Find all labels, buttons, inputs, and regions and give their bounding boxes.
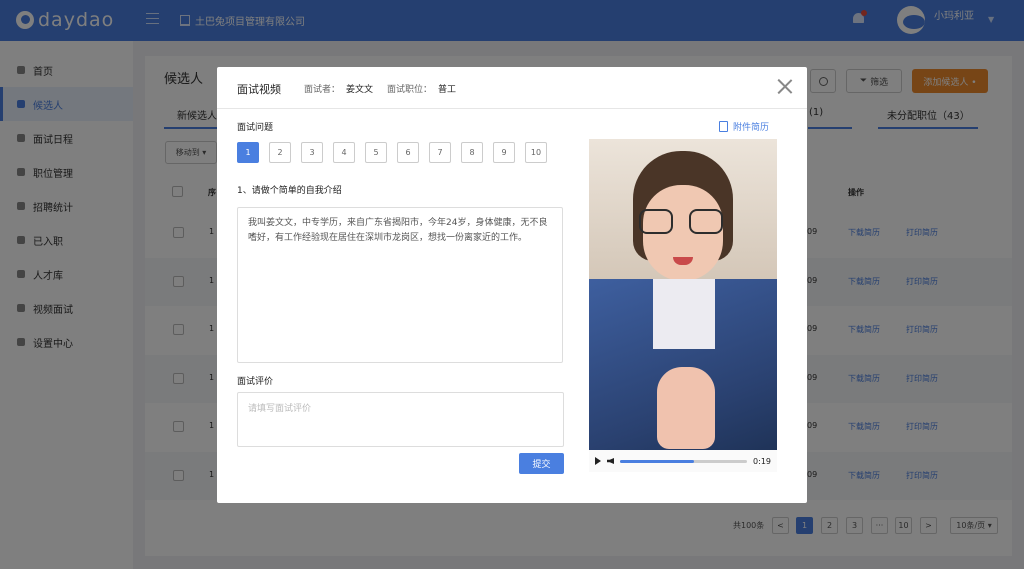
video-progress-fill — [620, 459, 694, 463]
answer-text: 我叫姜文文，中专学历，来自广东省揭阳市，今年24岁，身体健康，无不良嗜好，有工作… — [237, 207, 563, 363]
position-value: 普工 — [438, 85, 457, 95]
question-text: 1、请做个简单的自我介绍 — [237, 186, 342, 196]
question-number-button[interactable]: 9 — [493, 142, 515, 163]
submit-button[interactable]: 提交 — [519, 453, 564, 474]
video-hands — [657, 367, 715, 449]
video-shirt — [653, 279, 715, 349]
video-interview-modal: 面试视频 面试者： 姜文文 面试职位： 普工 面试问题 附件简历 1 2 3 4… — [217, 67, 807, 503]
question-number-button[interactable]: 6 — [397, 142, 419, 163]
interviewer-name: 姜文文 — [346, 85, 374, 95]
video-glasses — [689, 209, 723, 234]
modal-meta: 面试者： 姜文文 面试职位： 普工 — [304, 82, 464, 95]
evaluation-input[interactable] — [237, 392, 564, 447]
video-controls: 0:19 — [589, 450, 777, 472]
volume-icon[interactable] — [607, 458, 614, 464]
question-number-button[interactable]: 4 — [333, 142, 355, 163]
evaluation-title: 面试评价 — [237, 377, 274, 387]
questions-title: 面试问题 — [237, 123, 274, 133]
video-glasses — [639, 209, 673, 234]
question-number-button[interactable]: 3 — [301, 142, 323, 163]
interview-video[interactable] — [589, 139, 777, 450]
interviewer-label: 面试者： — [304, 85, 341, 95]
question-number-button[interactable]: 8 — [461, 142, 483, 163]
question-number-button[interactable]: 10 — [525, 142, 547, 163]
video-time: 0:19 — [753, 456, 771, 466]
modal-title: 面试视频 — [237, 83, 281, 96]
attachment-resume-link[interactable]: 附件简历 — [719, 120, 769, 133]
document-icon — [719, 121, 728, 132]
question-number-button[interactable]: 2 — [269, 142, 291, 163]
question-number-button[interactable]: 5 — [365, 142, 387, 163]
question-number-button[interactable]: 7 — [429, 142, 451, 163]
modal-header: 面试视频 面试者： 姜文文 面试职位： 普工 — [217, 67, 807, 109]
attachment-label: 附件简历 — [733, 123, 770, 133]
play-icon[interactable] — [595, 457, 601, 465]
close-icon[interactable] — [777, 79, 792, 94]
question-number-button[interactable]: 1 — [237, 142, 259, 163]
video-progress-bar[interactable] — [620, 459, 748, 463]
position-label: 面试职位： — [387, 85, 433, 95]
